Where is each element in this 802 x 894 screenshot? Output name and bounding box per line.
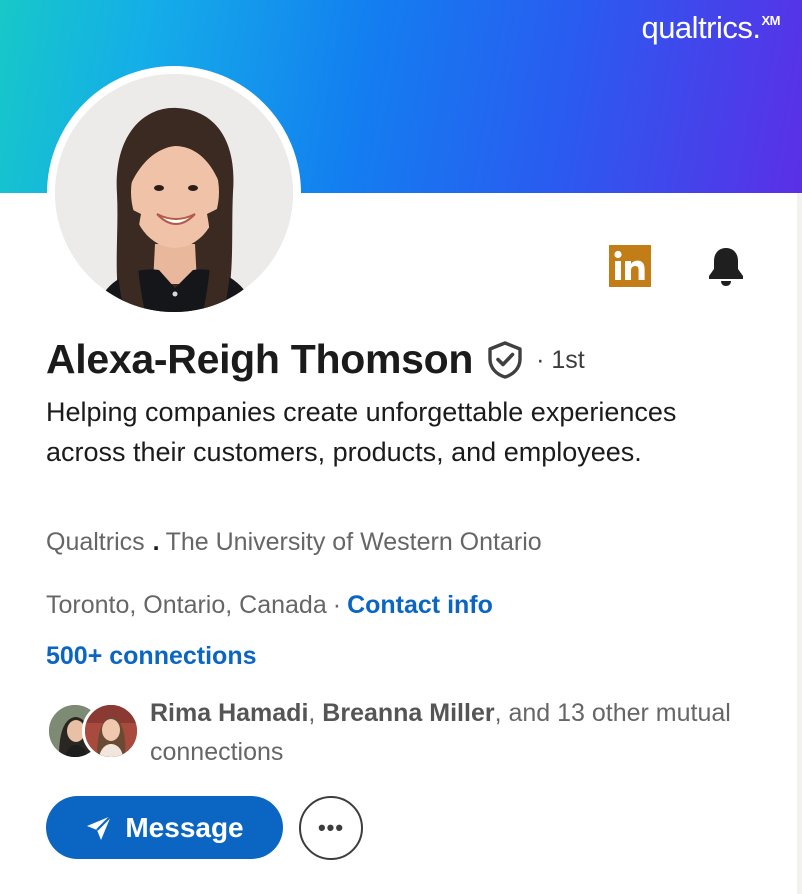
send-icon	[85, 814, 113, 842]
org-separator: .	[152, 528, 160, 556]
shield-check-icon[interactable]	[486, 340, 524, 380]
mutual-name: Rima Hamadi	[150, 699, 309, 727]
mutual-name: Breanna Miller	[322, 699, 495, 727]
connections-link[interactable]: 500+ connections	[46, 642, 257, 671]
linkedin-icon[interactable]	[609, 245, 651, 287]
mutual-connections-text: Rima Hamadi, Breanna Miller, and 13 othe…	[150, 694, 740, 772]
name-row: Alexa-Reigh Thomson · 1st	[46, 336, 585, 383]
page-edge	[797, 193, 802, 894]
message-button[interactable]: Message	[46, 796, 283, 859]
mutual-avatars	[46, 694, 140, 760]
profile-avatar[interactable]	[47, 66, 301, 320]
message-button-label: Message	[125, 811, 244, 843]
profile-location: Toronto, Ontario, Canada	[46, 591, 327, 619]
profile-headline: Helping companies create unforgettable e…	[46, 397, 677, 467]
company-logo-text: qualtrics.	[641, 10, 761, 45]
mutual-separator: ,	[308, 699, 316, 727]
company-link[interactable]: Qualtrics	[46, 528, 145, 556]
linkedin-badge-graphic	[609, 245, 651, 287]
profile-card: qualtrics. XM Alexa-Reigh Thomson · 1st …	[0, 0, 802, 894]
school-link[interactable]: The University of Western Ontario	[166, 528, 542, 556]
avatar	[82, 702, 140, 760]
profile-name: Alexa-Reigh Thomson	[46, 336, 474, 382]
profile-photo-illustration	[55, 74, 293, 312]
connection-degree: · 1st	[536, 346, 585, 374]
company-logo-sup: XM	[761, 13, 781, 28]
mutual-connections[interactable]: Rima Hamadi, Breanna Miller, and 13 othe…	[46, 694, 740, 772]
location-row: Toronto, Ontario, Canada · Contact info	[46, 591, 493, 620]
bell-graphic	[709, 248, 743, 286]
contact-info-link[interactable]: Contact info	[347, 591, 493, 619]
more-actions-button[interactable]: •••	[299, 796, 363, 860]
company-logo: qualtrics. XM	[641, 10, 780, 46]
profile-organizations: Qualtrics. The University of Western Onta…	[46, 528, 542, 557]
bell-icon[interactable]	[703, 243, 749, 289]
location-separator: ·	[332, 591, 342, 619]
profile-photo	[55, 74, 293, 312]
